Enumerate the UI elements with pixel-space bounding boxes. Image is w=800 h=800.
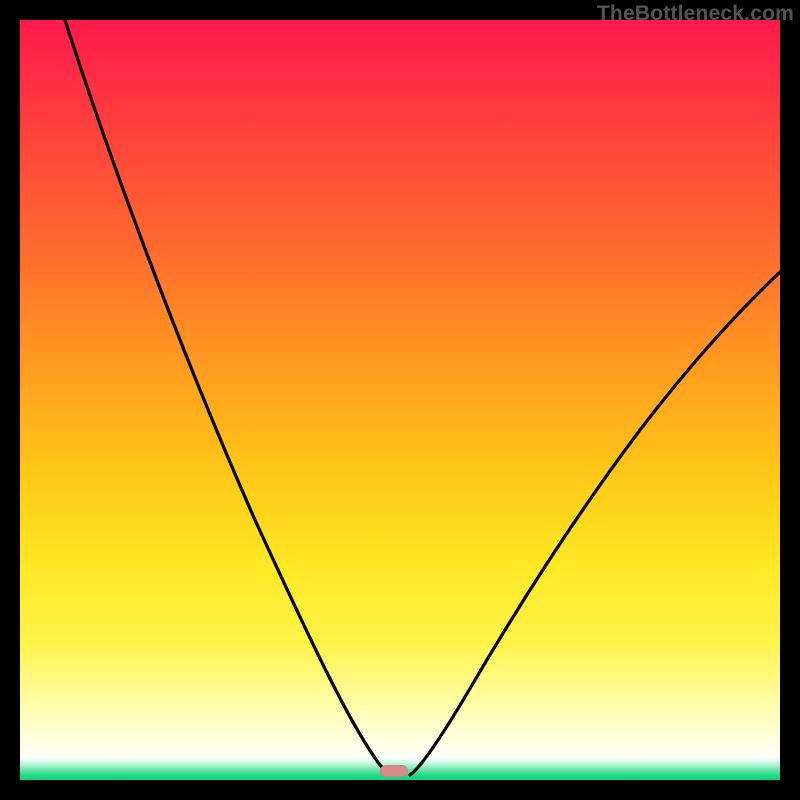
plot-area xyxy=(20,20,780,780)
valley-marker xyxy=(380,765,408,777)
watermark-text: TheBottleneck.com xyxy=(597,2,794,26)
chart-frame: TheBottleneck.com xyxy=(0,0,800,800)
